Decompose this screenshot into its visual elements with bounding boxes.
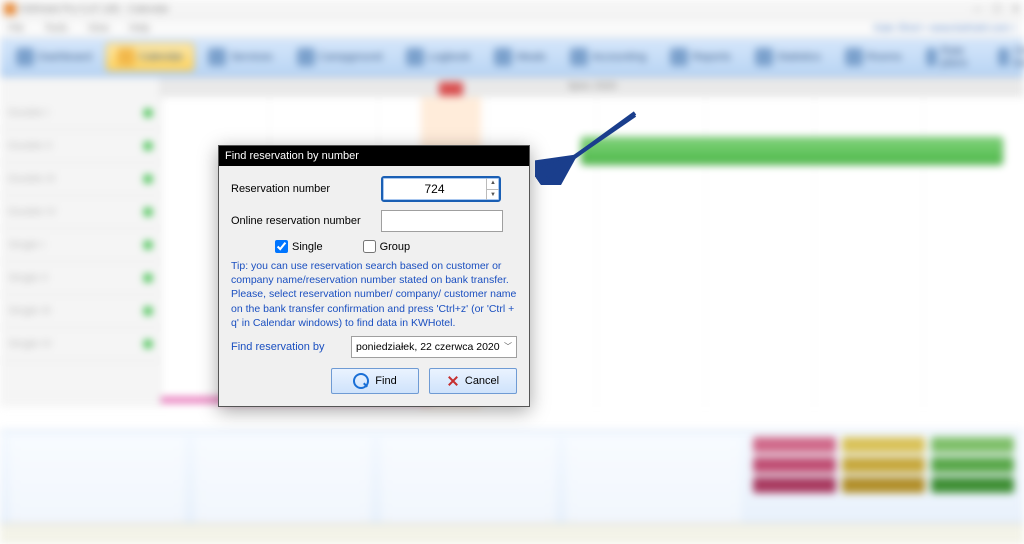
accounting-icon	[570, 48, 588, 66]
menu-help[interactable]: Help	[129, 23, 150, 34]
tab-calendar[interactable]: Calendar	[106, 43, 195, 71]
bottom-panel	[0, 430, 1024, 533]
reservation-number-input[interactable]	[383, 178, 486, 200]
reports-icon	[670, 48, 688, 66]
spinner-down-icon[interactable]: ▼	[487, 190, 499, 201]
menu-right-info: Kate Short • www.kwhotel.com •	[874, 23, 1016, 34]
calendar-icon	[117, 48, 135, 66]
status-legend	[753, 437, 1014, 527]
menu-view[interactable]: View	[87, 23, 109, 34]
calendar-header-row: lipiec 2020	[0, 77, 1024, 97]
room-row[interactable]: Single IV	[0, 328, 160, 361]
rateplans-icon	[926, 48, 937, 66]
services-icon	[208, 48, 226, 66]
logbook-icon	[406, 48, 424, 66]
reservation-number-label: Reservation number	[231, 183, 381, 195]
calendar-month-label: lipiec 2020	[161, 77, 1024, 97]
menu-tools[interactable]: Tools	[44, 23, 67, 34]
tab-statistics[interactable]: Statistics	[745, 44, 831, 70]
campground-icon	[297, 48, 315, 66]
close-icon	[447, 375, 459, 387]
find-reservation-dialog: Find reservation by number Reservation n…	[218, 145, 530, 407]
today-marker-icon	[439, 82, 463, 96]
date-selector[interactable]: poniedziałek, 22 czerwca 2020 ﹀	[351, 336, 517, 358]
room-row[interactable]: Single III	[0, 295, 160, 328]
tab-online[interactable]: Online bookings	[988, 41, 1024, 73]
window-title: KWHotel Pro 0.47.165 - Calendar	[20, 4, 169, 15]
tab-logbook[interactable]: Logbook	[396, 44, 480, 70]
date-value: poniedziałek, 22 czerwca 2020	[356, 341, 500, 353]
window-buttons[interactable]: —☐✕	[973, 4, 1020, 15]
tip-text: Tip: you can use reservation search base…	[231, 259, 517, 330]
reservation-number-field[interactable]: ▲ ▼	[381, 176, 501, 202]
reservation-bar[interactable]	[581, 137, 1003, 165]
menu-file[interactable]: File	[8, 23, 24, 34]
dialog-title: Find reservation by number	[219, 146, 529, 166]
app-icon	[4, 3, 16, 15]
room-row[interactable]: Double II	[0, 130, 160, 163]
group-checkbox[interactable]: Group	[363, 240, 411, 253]
rooms-icon	[845, 48, 863, 66]
room-row[interactable]: Double I	[0, 97, 160, 130]
search-icon	[353, 373, 369, 389]
room-row[interactable]: Double IV	[0, 196, 160, 229]
spinner-up-icon[interactable]: ▲	[487, 178, 499, 190]
room-column: Double I Double II Double III Double IV …	[0, 97, 161, 407]
single-checkbox-input[interactable]	[275, 240, 288, 253]
tab-rateplans[interactable]: Rate plans	[916, 41, 984, 73]
chevron-down-icon: ﹀	[504, 341, 512, 352]
tab-meals[interactable]: Meals	[484, 44, 555, 70]
spinner-buttons[interactable]: ▲ ▼	[486, 178, 499, 200]
tab-campground[interactable]: Campground	[287, 44, 393, 70]
tab-rooms[interactable]: Rooms	[835, 44, 912, 70]
window-titlebar: KWHotel Pro 0.47.165 - Calendar —☐✕	[0, 0, 1024, 19]
single-checkbox[interactable]: Single	[275, 240, 323, 253]
find-button[interactable]: Find	[331, 368, 419, 394]
online-icon	[998, 48, 1010, 66]
tab-services[interactable]: Services	[198, 44, 282, 70]
room-row[interactable]: Double III	[0, 163, 160, 196]
statistics-icon	[755, 48, 773, 66]
menu-bar[interactable]: File Tools View Help Kate Short • www.kw…	[0, 19, 1024, 38]
meals-icon	[494, 48, 512, 66]
tab-dashboard[interactable]: Dashboard	[6, 44, 102, 70]
tab-accounting[interactable]: Accounting	[560, 44, 656, 70]
cancel-button[interactable]: Cancel	[429, 368, 517, 394]
room-row[interactable]: Single II	[0, 262, 160, 295]
online-reservation-label: Online reservation number	[231, 215, 381, 227]
main-toolbar: Dashboard Calendar Services Campground L…	[0, 38, 1024, 77]
online-reservation-input[interactable]	[381, 210, 503, 232]
dashboard-icon	[16, 48, 34, 66]
tab-reports[interactable]: Reports	[660, 44, 741, 70]
room-row[interactable]: Single I	[0, 229, 160, 262]
status-bar	[0, 523, 1024, 544]
group-checkbox-input[interactable]	[363, 240, 376, 253]
find-by-label: Find reservation by	[231, 341, 343, 353]
